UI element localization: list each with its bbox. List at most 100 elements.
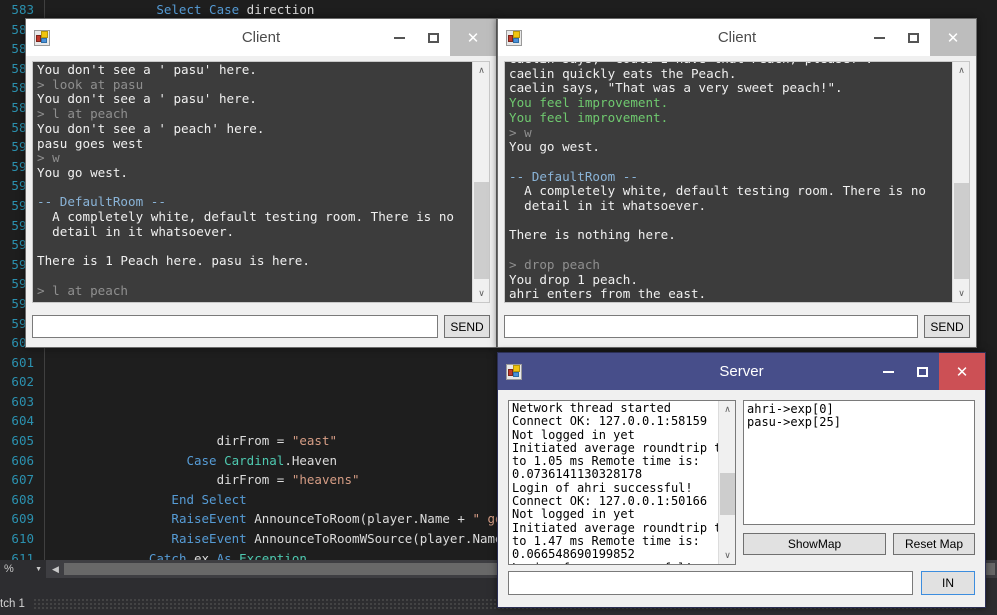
- client-2-titlebar[interactable]: Client ✕: [498, 19, 976, 56]
- indent-guide: [40, 449, 51, 471]
- terminal-line: A completely white, default testing room…: [509, 183, 927, 199]
- terminal-line: detail in it whatsoever.: [509, 198, 707, 214]
- terminal-line: You don't see a ' peach' here.: [37, 120, 265, 136]
- scroll-down-icon[interactable]: ∨: [953, 285, 970, 302]
- server-window-controls[interactable]: ✕: [871, 353, 985, 390]
- client-1-scrollbar[interactable]: ∧ ∨: [472, 62, 489, 302]
- minimize-button[interactable]: [382, 19, 416, 56]
- line-number: 604: [11, 413, 34, 429]
- line-number: 602: [11, 374, 34, 390]
- indent-guide: [40, 469, 51, 491]
- maximize-button[interactable]: [896, 19, 930, 56]
- desktop-root: 583 Select Case direction584 Case Cardin…: [0, 0, 997, 615]
- terminal-line: You don't see a ' pasu' here.: [37, 91, 257, 107]
- terminal-line: You feel improvement.: [509, 109, 669, 125]
- client-1-terminal-area: You don't see a ' pasu' here. > look at p…: [32, 61, 490, 303]
- code-text: End Select: [171, 491, 247, 507]
- client-2-window-controls[interactable]: ✕: [862, 19, 976, 56]
- status-bar-label: tch 1: [0, 597, 25, 610]
- code-text: dirFrom = "east": [216, 433, 337, 449]
- terminal-line: -- DefaultRoom --: [37, 194, 166, 210]
- minimize-icon: [393, 36, 405, 39]
- terminal-line: > l at peach: [37, 106, 128, 122]
- scroll-thumb[interactable]: [954, 183, 969, 279]
- server-in-button[interactable]: IN: [921, 571, 975, 595]
- chevron-down-icon: ▼: [35, 565, 42, 573]
- close-button[interactable]: ✕: [930, 19, 976, 56]
- client-2-send-button[interactable]: SEND: [924, 315, 970, 338]
- client-window-1[interactable]: Client ✕ You don't see a ' pasu' here. > …: [25, 18, 497, 348]
- server-window[interactable]: Server ✕ Network thread started Connect …: [497, 352, 986, 608]
- line-number: 608: [11, 491, 34, 507]
- scroll-down-icon[interactable]: ∨: [473, 285, 490, 302]
- line-number: 610: [11, 531, 34, 547]
- app-window-icon: [506, 29, 522, 46]
- client-1-window-controls[interactable]: ✕: [382, 19, 496, 56]
- client-1-terminal-output[interactable]: You don't see a ' pasu' here. > look at p…: [33, 62, 472, 302]
- server-body: Network thread started Connect OK: 127.0…: [498, 390, 985, 607]
- server-map-buttons: ShowMap Reset Map: [743, 533, 975, 555]
- server-command-input[interactable]: [508, 571, 913, 595]
- reset-map-button[interactable]: Reset Map: [893, 533, 975, 555]
- scroll-up-icon[interactable]: ∧: [473, 62, 490, 79]
- terminal-line: > w: [37, 150, 60, 166]
- server-input-row: IN: [508, 571, 975, 595]
- client-2-body: caelin says, "Could I have that Peach, p…: [498, 56, 976, 347]
- code-text: Case Cardinal.Heaven: [186, 452, 338, 468]
- terminal-line: > w: [509, 124, 532, 140]
- scroll-thumb[interactable]: [474, 182, 489, 279]
- code-text: RaiseEvent AnnounceToRoom(player.Name + …: [171, 511, 503, 527]
- client-1-command-input[interactable]: [32, 315, 438, 338]
- minimize-icon: [882, 370, 894, 373]
- client-1-send-button[interactable]: SEND: [444, 315, 490, 338]
- code-text: dirFrom = "heavens": [216, 472, 360, 488]
- client-2-terminal-output[interactable]: caelin says, "Could I have that Peach, p…: [505, 62, 952, 302]
- indent-guide: [40, 0, 51, 21]
- maximize-button[interactable]: [416, 19, 450, 56]
- maximize-button[interactable]: [905, 353, 939, 390]
- maximize-icon: [427, 32, 439, 43]
- terminal-line: There is nothing here.: [509, 227, 676, 243]
- terminal-line: You drop 1 peach.: [509, 271, 638, 287]
- close-button[interactable]: ✕: [939, 353, 985, 390]
- scroll-thumb[interactable]: [720, 473, 735, 515]
- indent-guide: [40, 430, 51, 452]
- code-text: Select Case direction: [156, 2, 315, 17]
- show-map-button[interactable]: ShowMap: [743, 533, 886, 555]
- indent-guide: [40, 410, 51, 432]
- client-1-body: You don't see a ' pasu' here. > look at p…: [26, 56, 496, 347]
- terminal-line: caelin quickly eats the Peach.: [509, 65, 737, 81]
- server-log-scrollbar[interactable]: ∧ ∨: [718, 401, 735, 564]
- server-log-output[interactable]: Network thread started Connect OK: 127.0…: [509, 401, 718, 564]
- server-map-output[interactable]: ahri->exp[0] pasu->exp[25]: [743, 400, 975, 525]
- scroll-left-icon[interactable]: ◀: [47, 564, 64, 575]
- scroll-down-icon[interactable]: ∨: [719, 547, 736, 564]
- minimize-button[interactable]: [862, 19, 896, 56]
- line-number: 603: [11, 393, 34, 409]
- code-text: RaiseEvent AnnounceToRoomWSource(player.…: [171, 531, 503, 547]
- app-window-icon: [34, 29, 50, 46]
- maximize-icon: [907, 32, 919, 43]
- line-number: 609: [11, 511, 34, 527]
- server-log-area: Network thread started Connect OK: 127.0…: [508, 400, 736, 565]
- close-button[interactable]: ✕: [450, 19, 496, 56]
- client-2-scrollbar[interactable]: ∧ ∨: [952, 62, 969, 302]
- scroll-up-icon[interactable]: ∧: [953, 62, 970, 79]
- scroll-up-icon[interactable]: ∧: [719, 401, 736, 418]
- editor-zoom-selector[interactable]: % ▼: [0, 560, 47, 578]
- client-2-input-row: SEND: [504, 315, 970, 338]
- indent-guide: [40, 371, 51, 393]
- minimize-button[interactable]: [871, 353, 905, 390]
- maximize-icon: [916, 366, 928, 377]
- client-2-command-input[interactable]: [504, 315, 918, 338]
- client-window-2[interactable]: Client ✕ caelin says, "Could I have that…: [497, 18, 977, 348]
- client-1-titlebar[interactable]: Client ✕: [26, 19, 496, 56]
- line-number: 583: [11, 2, 34, 17]
- terminal-line: -- DefaultRoom --: [509, 168, 638, 184]
- terminal-line: pasu goes west: [37, 135, 144, 151]
- server-titlebar[interactable]: Server ✕: [498, 353, 985, 390]
